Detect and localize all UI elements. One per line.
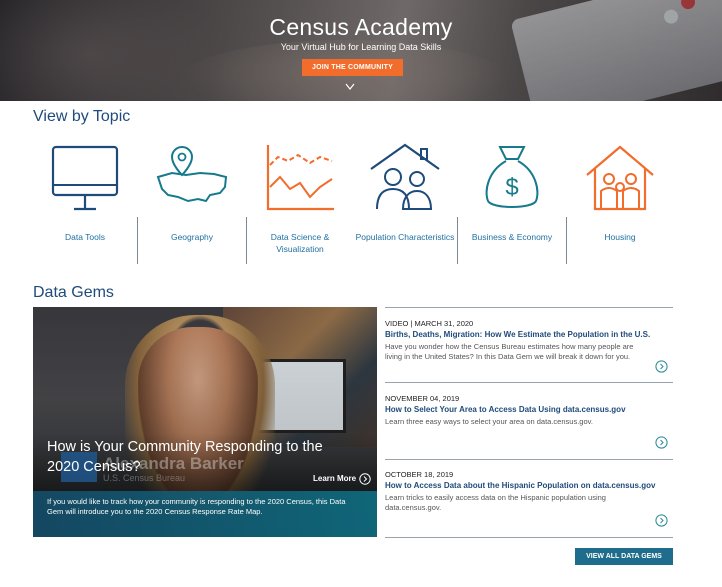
item-title[interactable]: How to Access Data about the Hispanic Po… [385, 481, 673, 490]
topic-label: Population Characteristics [355, 232, 455, 242]
item-meta: VIDEO | MARCH 31, 2020 [385, 319, 474, 328]
line-chart-icon [266, 145, 334, 211]
featured-data-gem[interactable]: Alexandra Barker U.S. Census Bureau How … [33, 307, 377, 537]
list-divider [385, 537, 673, 538]
data-gem-item[interactable]: OCTOBER 18, 2019 How to Access Data abou… [385, 470, 673, 530]
list-divider [385, 382, 673, 383]
topic-data-science[interactable]: Data Science & Visualization [247, 140, 353, 264]
hero-subtitle: Your Virtual Hub for Learning Data Skill… [280, 42, 442, 52]
list-divider [385, 459, 673, 460]
svg-text:$: $ [505, 174, 518, 201]
item-title[interactable]: How to Select Your Area to Access Data U… [385, 405, 673, 414]
topic-population[interactable]: Population Characteristics [353, 140, 457, 264]
data-gem-item[interactable]: NOVEMBER 04, 2019 How to Select Your Are… [385, 394, 673, 454]
map-pin-icon [156, 145, 228, 203]
house-family-icon [586, 145, 654, 211]
hero-banner: Census Academy Your Virtual Hub for Lear… [0, 0, 722, 101]
view-all-data-gems-button[interactable]: VIEW ALL DATA GEMS [575, 548, 673, 565]
arrow-circle-icon[interactable] [655, 514, 668, 527]
topic-label: Data Tools [64, 232, 105, 242]
topic-business[interactable]: $ Business & Economy [458, 140, 566, 264]
item-text: Have you wonder how the Census Bureau es… [385, 342, 634, 361]
topic-label: Data Science & Visualization [270, 232, 330, 254]
data-gem-item[interactable]: VIDEO | MARCH 31, 2020 Births, Deaths, M… [385, 319, 673, 379]
featured-description: If you would like to track how your comm… [47, 497, 346, 516]
arrow-circle-icon[interactable] [655, 436, 668, 449]
topic-housing[interactable]: Housing [567, 140, 673, 264]
view-by-topic-heading: View by Topic [33, 108, 131, 125]
hero-title: Census Academy [269, 14, 453, 40]
item-meta: OCTOBER 18, 2019 [385, 470, 454, 479]
featured-title: How is Your Community Responding to the … [47, 439, 323, 475]
topic-label: Business & Economy [471, 232, 553, 242]
item-text: Learn tricks to easily access data on th… [385, 493, 606, 512]
arrow-circle-icon[interactable] [359, 473, 371, 485]
money-bag-icon: $ [485, 146, 539, 208]
item-meta: NOVEMBER 04, 2019 [385, 394, 460, 403]
chevron-down-icon[interactable] [345, 83, 355, 91]
topic-label: Geography [170, 232, 214, 242]
item-title[interactable]: Births, Deaths, Migration: How We Estima… [385, 330, 673, 339]
arrow-circle-icon[interactable] [655, 360, 668, 373]
data-gems-heading: Data Gems [33, 284, 114, 301]
topic-label: Housing [604, 232, 636, 242]
topic-data-tools[interactable]: Data Tools [33, 140, 137, 264]
topic-geography[interactable]: Geography [138, 140, 246, 264]
item-text: Learn three easy ways to select your are… [385, 417, 593, 426]
monitor-icon [51, 145, 119, 211]
family-house-icon [370, 143, 440, 210]
join-community-button[interactable]: JOIN THE COMMUNITY [302, 59, 403, 76]
list-divider [385, 307, 673, 308]
learn-more-link[interactable]: Learn More [313, 474, 356, 483]
